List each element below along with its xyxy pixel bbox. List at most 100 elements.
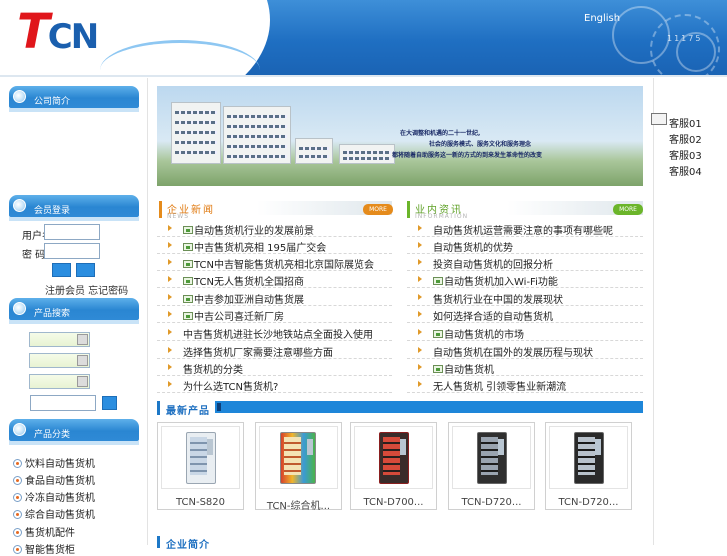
vending-machine-icon — [477, 432, 507, 484]
category-bullet-icon — [13, 545, 22, 554]
product-image — [452, 426, 531, 489]
login-links[interactable]: 注册会员 忘记密码 — [45, 282, 128, 297]
panel-title-text: 产品搜索 — [34, 309, 71, 319]
news-item[interactable]: 选择售货机厂家需要注意哪些方面 — [157, 342, 392, 359]
news-item[interactable]: TCN中吉智能售货机亮相北京国际展览会 — [157, 254, 392, 271]
news-item[interactable]: TCN无人售货机全国招商 — [157, 271, 392, 288]
category-item[interactable]: 冷冻自动售货机 — [13, 489, 95, 504]
category-label: 冷冻自动售货机 — [25, 493, 95, 504]
panel-bottom-bar — [9, 108, 139, 112]
tcn-logo[interactable]: TCN — [17, 8, 99, 59]
product-caption: TCN-D720... — [461, 497, 522, 508]
industry-news-more-button[interactable]: MORE — [613, 204, 643, 215]
category-item[interactable]: 综合自动售货机 — [13, 506, 95, 521]
company-intro-panel-title[interactable]: 公司简介 — [9, 86, 139, 108]
triangle-bullet-icon — [418, 364, 422, 370]
panel-bottom-bar — [9, 217, 139, 221]
news-item[interactable]: 售货机的分类 — [157, 359, 392, 376]
triangle-bullet-icon — [418, 276, 422, 282]
section-subtitle: NEWS — [167, 213, 190, 220]
banner-slogan-line-3: 都将随着自助服务这一新的方式的到来发生革命性的改变 — [392, 152, 543, 159]
triangle-bullet-icon — [418, 242, 422, 248]
news-item[interactable]: 为什么选TCN售货机? — [157, 376, 392, 393]
news-item[interactable]: 中吉售货机亮相 195届广交会 — [157, 237, 392, 254]
vending-machine-icon — [280, 432, 316, 484]
search-keyword-input[interactable] — [30, 395, 96, 411]
news-item[interactable]: 投资自动售货机的回报分析 — [407, 254, 643, 271]
product-card[interactable]: TCN-D720... — [448, 422, 535, 510]
factory-building — [171, 102, 221, 164]
industry-news-header: 业内资讯 INFORMATION MORE — [407, 201, 643, 220]
category-item[interactable]: 饮料自动售货机 — [13, 455, 95, 470]
search-button[interactable] — [102, 396, 117, 410]
news-item[interactable]: 自动售货机的市场 — [407, 324, 643, 341]
triangle-bullet-icon — [168, 225, 172, 231]
triangle-bullet-icon — [168, 364, 172, 370]
product-caption: TCN-D700... — [363, 497, 424, 508]
password-input[interactable] — [44, 243, 100, 259]
news-item[interactable]: 售货机行业在中国的发展现状 — [407, 289, 643, 306]
news-item[interactable]: 中吉公司喜迁新厂房 — [157, 306, 392, 323]
category-label: 售货机配件 — [25, 528, 75, 539]
dropdown-arrow-icon — [77, 355, 88, 366]
product-caption: TCN-S820 — [175, 497, 226, 508]
english-language-link[interactable]: English — [584, 13, 620, 24]
login-button[interactable] — [52, 263, 71, 277]
member-login-panel-title: 会员登录 — [9, 195, 139, 217]
triangle-bullet-icon — [418, 329, 422, 335]
search-subcategory-select[interactable] — [29, 353, 90, 368]
news-item[interactable]: 中吉售货机进驻长沙地铁站点全面投入使用 — [157, 324, 392, 341]
section-subtitle: INFORMATION — [415, 213, 469, 220]
news-item[interactable]: 自动售货机的优势 — [407, 237, 643, 254]
vending-machine-icon — [574, 432, 604, 484]
triangle-bullet-icon — [168, 347, 172, 353]
customer-service-link[interactable]: 客服04 — [669, 163, 702, 178]
product-image — [161, 426, 240, 489]
news-item[interactable]: 自动售货机行业的发展前景 — [157, 220, 392, 237]
category-bullet-icon — [13, 476, 22, 485]
category-label: 综合自动售货机 — [25, 510, 95, 521]
reset-button[interactable] — [76, 263, 95, 277]
product-card[interactable]: TCN-D720... — [545, 422, 632, 510]
product-card[interactable]: TCN-S820 — [157, 422, 244, 510]
panel-title-text: 产品分类 — [34, 430, 71, 440]
customer-service-link[interactable]: 客服02 — [669, 131, 702, 146]
news-item[interactable]: 自动售货机在国外的发展历程与现状 — [407, 342, 643, 359]
category-item[interactable]: 售货机配件 — [13, 524, 75, 539]
banner-slogan-line-1: 在大调整和机遇的二十一世纪, — [400, 130, 481, 137]
news-item[interactable]: 自动售货机 — [407, 359, 643, 376]
factory-building — [295, 138, 333, 164]
product-card[interactable]: TCN-D700... — [350, 422, 437, 510]
search-type-select[interactable] — [29, 374, 90, 389]
right-column-divider — [653, 78, 654, 545]
news-item[interactable]: 无人售货机 引领零售业新潮流 — [407, 376, 643, 393]
news-item[interactable]: 中吉参加亚洲自动售货展 — [157, 289, 392, 306]
header-divider — [0, 75, 727, 77]
triangle-bullet-icon — [168, 242, 172, 248]
category-bullet-icon — [13, 528, 22, 537]
category-item[interactable]: 智能售货柜 — [13, 541, 75, 556]
news-item[interactable]: 自动售货机加入Wi-Fi功能 — [407, 271, 643, 288]
news-item[interactable]: 如何选择合适的自动售货机 — [407, 306, 643, 323]
section-accent-bar — [157, 536, 160, 548]
category-item[interactable]: 食品自动售货机 — [13, 472, 95, 487]
section-accent-bar — [157, 401, 160, 415]
product-image — [259, 426, 338, 489]
customer-service-link[interactable]: 客服03 — [669, 147, 702, 162]
search-category-select[interactable] — [29, 332, 90, 347]
factory-banner: 在大调整和机遇的二十一世纪, 社会的服务模式、服务文化和服务理念 都将随着自助服… — [157, 86, 643, 186]
company-intro-header: 企业简介 — [157, 536, 643, 551]
customer-service-link[interactable]: 客服01 — [669, 115, 702, 130]
company-news-more-button[interactable]: MORE — [363, 204, 393, 215]
bubble-icon — [13, 302, 26, 315]
product-card[interactable]: TCN-综合机... — [255, 422, 342, 512]
left-column-divider — [147, 78, 148, 545]
site-header: TCN English 11175 — [0, 0, 727, 75]
chat-icon — [651, 113, 667, 125]
factory-building — [223, 106, 291, 164]
dropdown-arrow-icon — [77, 376, 88, 387]
vending-machine-icon — [186, 432, 216, 484]
image-icon — [183, 277, 193, 285]
news-item[interactable]: 自动售货机运营需要注意的事项有哪些呢 — [407, 220, 643, 237]
username-input[interactable] — [44, 224, 100, 240]
